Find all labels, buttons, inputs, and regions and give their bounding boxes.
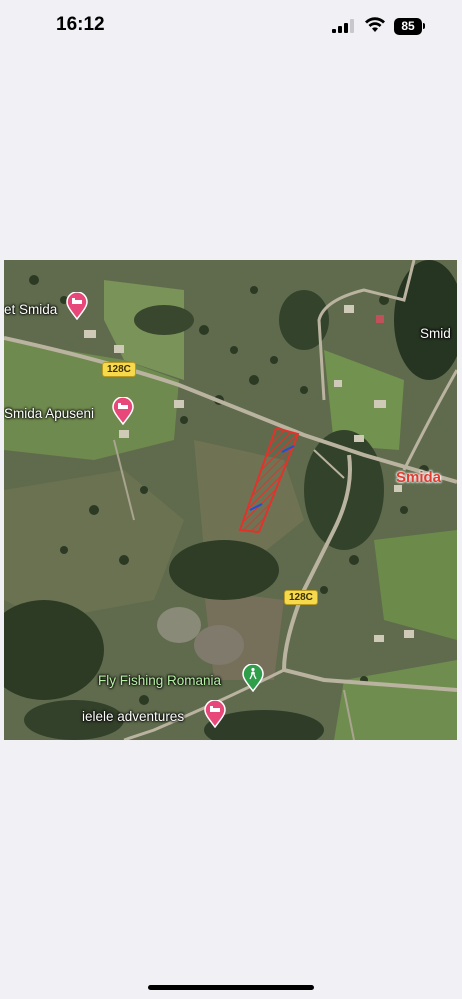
map-view[interactable]: 128C 128C et Smida Smida Apuseni Smid Sm… — [4, 260, 457, 740]
status-time: 16:12 — [56, 14, 105, 35]
place-label-smida-top[interactable]: Smid — [420, 326, 451, 341]
hiking-pin-icon[interactable] — [242, 664, 264, 692]
road-shield-128c-lower: 128C — [284, 590, 318, 605]
battery-tip — [423, 23, 425, 29]
road-shield-128c-upper: 128C — [102, 362, 136, 377]
place-label-fly-fishing[interactable]: Fly Fishing Romania — [98, 673, 221, 688]
place-label-ielele[interactable]: ielele adventures — [82, 709, 184, 724]
lodging-pin-icon[interactable] — [66, 292, 88, 320]
place-label-smida-village[interactable]: Smida — [396, 469, 441, 486]
satellite-imagery — [4, 260, 457, 740]
battery-level: 85 — [401, 19, 415, 33]
lodging-pin-icon[interactable] — [112, 397, 134, 425]
lodging-pin-icon[interactable] — [204, 700, 226, 728]
place-label-smida-apuseni[interactable]: Smida Apuseni — [4, 406, 94, 421]
battery-icon: 85 — [394, 18, 422, 35]
status-bar: 16:12 85 — [0, 0, 462, 56]
place-label-et-smida[interactable]: et Smida — [4, 302, 57, 317]
cellular-signal-icon — [332, 19, 354, 33]
home-indicator[interactable] — [148, 985, 314, 990]
wifi-icon — [365, 17, 385, 32]
